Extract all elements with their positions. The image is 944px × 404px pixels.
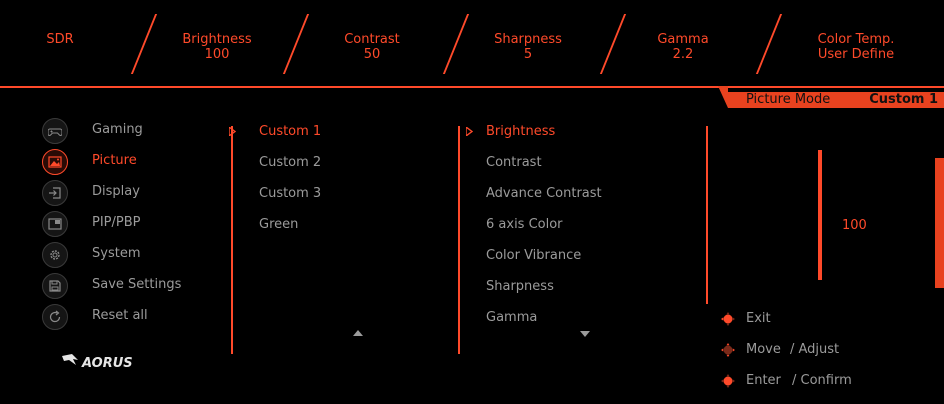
exit-hint-label: Exit	[746, 311, 771, 326]
gear-icon	[42, 242, 68, 268]
color-temp-status-value: User Define	[817, 47, 895, 62]
divider	[442, 14, 470, 74]
divider	[282, 14, 310, 74]
gamma-status-value: 2.2	[672, 47, 694, 62]
sharpness-status-value: 5	[523, 47, 533, 62]
menu-item-save-settings[interactable]: Save Settings	[40, 273, 220, 299]
scroll-up-icon[interactable]	[353, 330, 363, 336]
menu-item-reset-all[interactable]: Reset all	[40, 304, 220, 330]
setting-option-color-vibrance[interactable]: Color Vibrance	[486, 248, 581, 263]
picture-mode-label: Picture Mode	[746, 92, 831, 107]
setting-option-advance-contrast[interactable]: Advance Contrast	[486, 186, 602, 201]
mode-bar-edge	[718, 86, 728, 108]
picture-mode-option[interactable]: Green	[259, 217, 298, 232]
menu-item-label: Gaming	[92, 122, 143, 137]
picture-mode-bar: Picture Mode Custom 1	[728, 92, 944, 108]
monitor-osd: SDR Brightness 100 Contrast 50 Sharpness…	[0, 0, 944, 404]
column-divider	[458, 126, 460, 354]
brightness-status-value: 100	[204, 47, 230, 62]
picture-mode-option[interactable]: Custom 2	[259, 155, 321, 170]
setting-option-sharpness[interactable]: Sharpness	[486, 279, 554, 294]
side-tab	[935, 158, 944, 288]
sharpness-status-label: Sharpness	[494, 32, 562, 47]
menu-item-system[interactable]: System	[40, 242, 220, 268]
brightness-value: 100	[842, 218, 867, 233]
gamma-status: Gamma 2.2	[640, 32, 726, 62]
adjust-hint-label: / Adjust	[790, 342, 840, 357]
divider	[130, 14, 158, 74]
menu-item-label: Display	[92, 184, 140, 199]
brightness-status: Brightness 100	[170, 32, 264, 62]
sharpness-status: Sharpness 5	[480, 32, 576, 62]
contrast-status-value: 50	[363, 47, 381, 62]
picture-icon	[42, 149, 68, 175]
menu-item-pip-pbp[interactable]: PIP/PBP	[40, 211, 220, 237]
gamma-status-label: Gamma	[657, 32, 709, 47]
selection-cursor-icon	[466, 127, 473, 136]
picture-mode-value: Custom 1	[869, 92, 938, 107]
status-bar: SDR Brightness 100 Contrast 50 Sharpness…	[0, 0, 944, 86]
divider	[599, 14, 627, 74]
enter-hint-label: Enter	[746, 373, 781, 388]
menu-item-display[interactable]: Display	[40, 180, 220, 206]
move-hint-label: Move	[746, 342, 781, 357]
svg-text:AORUS: AORUS	[81, 356, 133, 371]
input-icon	[42, 180, 68, 206]
joystick-move-icon	[721, 343, 735, 357]
brightness-status-label: Brightness	[182, 32, 252, 47]
hdr-mode-status: SDR	[30, 32, 90, 47]
pip-icon	[42, 211, 68, 237]
joystick-exit-icon	[721, 312, 735, 326]
setting-option-brightness[interactable]: Brightness	[486, 124, 555, 139]
menu-item-gaming[interactable]: Gaming	[40, 118, 220, 144]
joystick-enter-icon	[721, 374, 735, 388]
color-temp-status: Color Temp. User Define	[802, 32, 910, 62]
exit-hint: Exit	[720, 309, 920, 329]
menu-item-label: System	[92, 246, 141, 261]
brightness-slider-fill	[818, 150, 822, 280]
menu-item-label: Reset all	[92, 308, 148, 323]
color-temp-status-label: Color Temp.	[817, 32, 895, 47]
menu-item-label: PIP/PBP	[92, 215, 141, 230]
gamepad-icon	[42, 118, 68, 144]
contrast-status-label: Contrast	[344, 32, 400, 47]
setting-option-6-axis-color[interactable]: 6 axis Color	[486, 217, 563, 232]
aorus-logo: AORUS	[62, 354, 133, 371]
reset-icon	[42, 304, 68, 330]
enter-confirm-hint: Enter / Confirm	[720, 371, 920, 391]
setting-option-contrast[interactable]: Contrast	[486, 155, 542, 170]
setting-option-gamma[interactable]: Gamma	[486, 310, 537, 325]
save-icon	[42, 273, 68, 299]
divider	[755, 14, 783, 74]
selection-cursor-icon	[229, 127, 236, 136]
column-divider	[706, 126, 708, 304]
confirm-hint-label: / Confirm	[792, 373, 852, 388]
menu-item-label: Picture	[92, 153, 137, 168]
move-adjust-hint: Move / Adjust	[720, 340, 920, 360]
menu-item-label: Save Settings	[92, 277, 182, 292]
menu-item-picture[interactable]: Picture	[40, 149, 220, 175]
scroll-down-icon[interactable]	[580, 331, 590, 337]
header-divider	[0, 86, 944, 88]
hdr-mode-value: SDR	[46, 32, 74, 47]
column-divider	[231, 126, 233, 354]
picture-mode-option[interactable]: Custom 1	[259, 124, 321, 139]
contrast-status: Contrast 50	[325, 32, 419, 62]
picture-mode-option[interactable]: Custom 3	[259, 186, 321, 201]
